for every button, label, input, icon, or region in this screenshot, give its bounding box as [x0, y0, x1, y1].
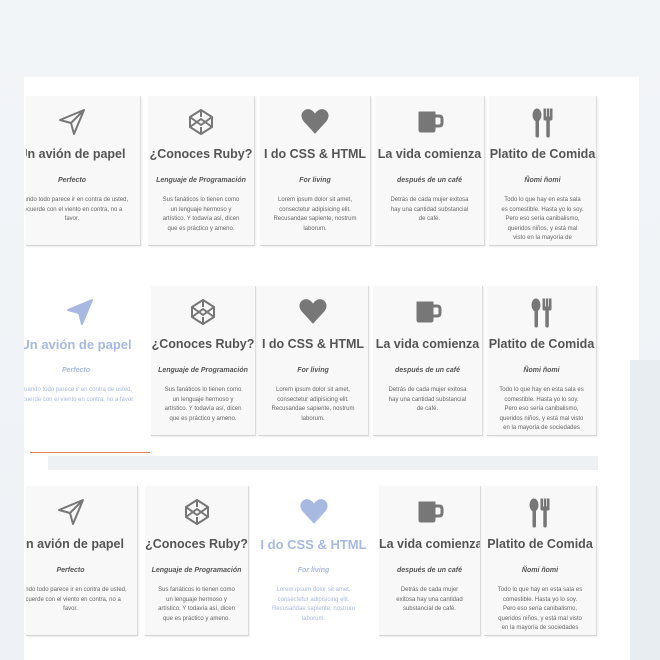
card-platito[interactable]: Platito de Comida Ñomi ñomi Todo lo que ha…: [489, 96, 597, 246]
panel-edge: [630, 360, 660, 660]
card-description: Detrás de cada mujer exitosa hay una can…: [390, 197, 469, 222]
card-subtitle: For living: [299, 177, 331, 184]
card-subtitle: For living: [297, 567, 330, 574]
coffee-mug-icon: [379, 498, 480, 530]
card-vida[interactable]: La vida comienza después de un café Detrás…: [373, 286, 483, 436]
card-title: I do CSS & HTML: [260, 537, 367, 552]
card-title: I do CSS & HTML: [263, 147, 367, 161]
card-title: ¿Conoces Ruby?: [145, 537, 248, 551]
card-description: Detrás de cada mujer exitosa hay una can…: [396, 587, 463, 612]
card-platito[interactable]: Platito de Comida Ñomi ñomi Todo lo que ha…: [484, 486, 597, 636]
paper-plane-icon: [26, 108, 140, 140]
paper-plane-icon: [24, 298, 150, 330]
heart-icon: [260, 108, 370, 140]
card-subtitle: Ñomi ñomi: [521, 567, 559, 574]
card-subtitle: Lenguaje de Programación: [151, 567, 242, 574]
card-subtitle: Lenguaje de Programación: [156, 177, 246, 184]
card-title: ¿Conoces Ruby?: [151, 337, 255, 351]
coffee-mug-icon: [373, 298, 482, 330]
card-subtitle: Lenguaje de Programación: [158, 367, 248, 374]
heart-icon: [258, 298, 368, 330]
card-vida[interactable]: La vida comienza después de un café Detrás…: [375, 96, 485, 246]
card-subtitle: Perfecto: [56, 567, 85, 574]
spoon-fork-icon: [487, 298, 596, 330]
codepen-icon: [145, 498, 248, 530]
card-description: Todo lo que hay en esta sala es comestib…: [499, 387, 584, 431]
card-css[interactable]: I do CSS & HTML For living Lorem ipsum dol…: [260, 96, 371, 246]
card-description: Detrás de cada mujer exitosa hay una can…: [388, 387, 467, 412]
card-description: Todo lo que hay en esta sala es comestib…: [501, 197, 584, 245]
card-vida[interactable]: La vida comienza después de un café Detrás…: [379, 486, 481, 636]
card-css[interactable]: I do CSS & HTML For living Lorem ipsum dol…: [258, 286, 369, 436]
card-subtitle: Ñomi ñomi: [523, 367, 560, 374]
card-subtitle: Perfecto: [61, 367, 90, 374]
card-description: Cuando todo parece ir en contra de usted…: [26, 197, 129, 222]
card-ruby[interactable]: ¿Conoces Ruby? Lenguaje de Programación Su…: [148, 96, 255, 246]
card-description: Lorem ipsum dolor sit amet, consectetur …: [271, 387, 355, 422]
card-plane[interactable]: Un avión de papel Perfecto Cuando todo par…: [24, 272, 150, 450]
spoon-fork-icon: [489, 108, 596, 140]
card-plane[interactable]: Un avión de papel Perfecto Cuando todo par…: [26, 486, 138, 636]
card-subtitle: For living: [297, 367, 329, 374]
card-title: La vida comienza: [379, 537, 481, 551]
card-description: Cuando todo parece ir en contra de usted…: [26, 587, 127, 612]
card-subtitle: después de un café: [397, 567, 462, 574]
card-title: I do CSS & HTML: [261, 337, 365, 351]
card-ruby[interactable]: ¿Conoces Ruby? Lenguaje de Programación Su…: [151, 286, 256, 436]
card-css[interactable]: I do CSS & HTML For living Lorem ipsum dol…: [250, 472, 377, 650]
card-plane[interactable]: Un avión de papel Perfecto Cuando todo par…: [26, 96, 141, 246]
card-subtitle: Ñomi ñomi: [524, 177, 561, 184]
card-description: Cuando todo parece ir en contra de usted…: [24, 387, 135, 403]
row-separator: [48, 456, 598, 470]
card-title: La vida comienza: [375, 337, 480, 351]
card-description: Sus fanáticos lo tienen como un lenguaje…: [164, 387, 242, 422]
card-description: Lorem ipsum dolor sit amet, consectetur …: [273, 197, 357, 232]
card-ruby[interactable]: ¿Conoces Ruby? Lenguaje de Programación Su…: [145, 486, 249, 636]
card-description: Sus fanáticos lo tienen como un lenguaje…: [158, 587, 235, 622]
card-subtitle: después de un café: [395, 367, 460, 374]
card-title: Un avión de papel: [26, 147, 126, 161]
card-title: Platito de Comida: [489, 147, 596, 161]
card-subtitle: Perfecto: [57, 177, 86, 184]
heart-icon: [250, 498, 377, 530]
paper-plane-icon: [26, 498, 137, 530]
card-title: Un avión de papel: [24, 337, 132, 352]
card-title: ¿Conoces Ruby?: [149, 147, 253, 161]
card-title: La vida comienza: [377, 147, 482, 161]
card-subtitle: después de un café: [397, 177, 462, 184]
card-description: Lorem ipsum dolor sit amet, consectetur …: [271, 587, 356, 622]
active-underline: [30, 452, 150, 453]
card-title: Platito de Comida: [487, 537, 593, 551]
card-description: Sus fanáticos lo tienen como un lenguaje…: [162, 197, 240, 232]
card-platito[interactable]: Platito de Comida Ñomi ñomi Todo lo que ha…: [487, 286, 597, 436]
card-title: Un avión de papel: [26, 537, 124, 551]
codepen-icon: [151, 298, 255, 330]
card-description: Todo lo que hay en esta sala es comestib…: [497, 587, 583, 631]
codepen-icon: [148, 108, 254, 140]
coffee-mug-icon: [375, 108, 484, 140]
card-title: Platito de Comida: [488, 337, 595, 351]
spoon-fork-icon: [484, 498, 596, 530]
